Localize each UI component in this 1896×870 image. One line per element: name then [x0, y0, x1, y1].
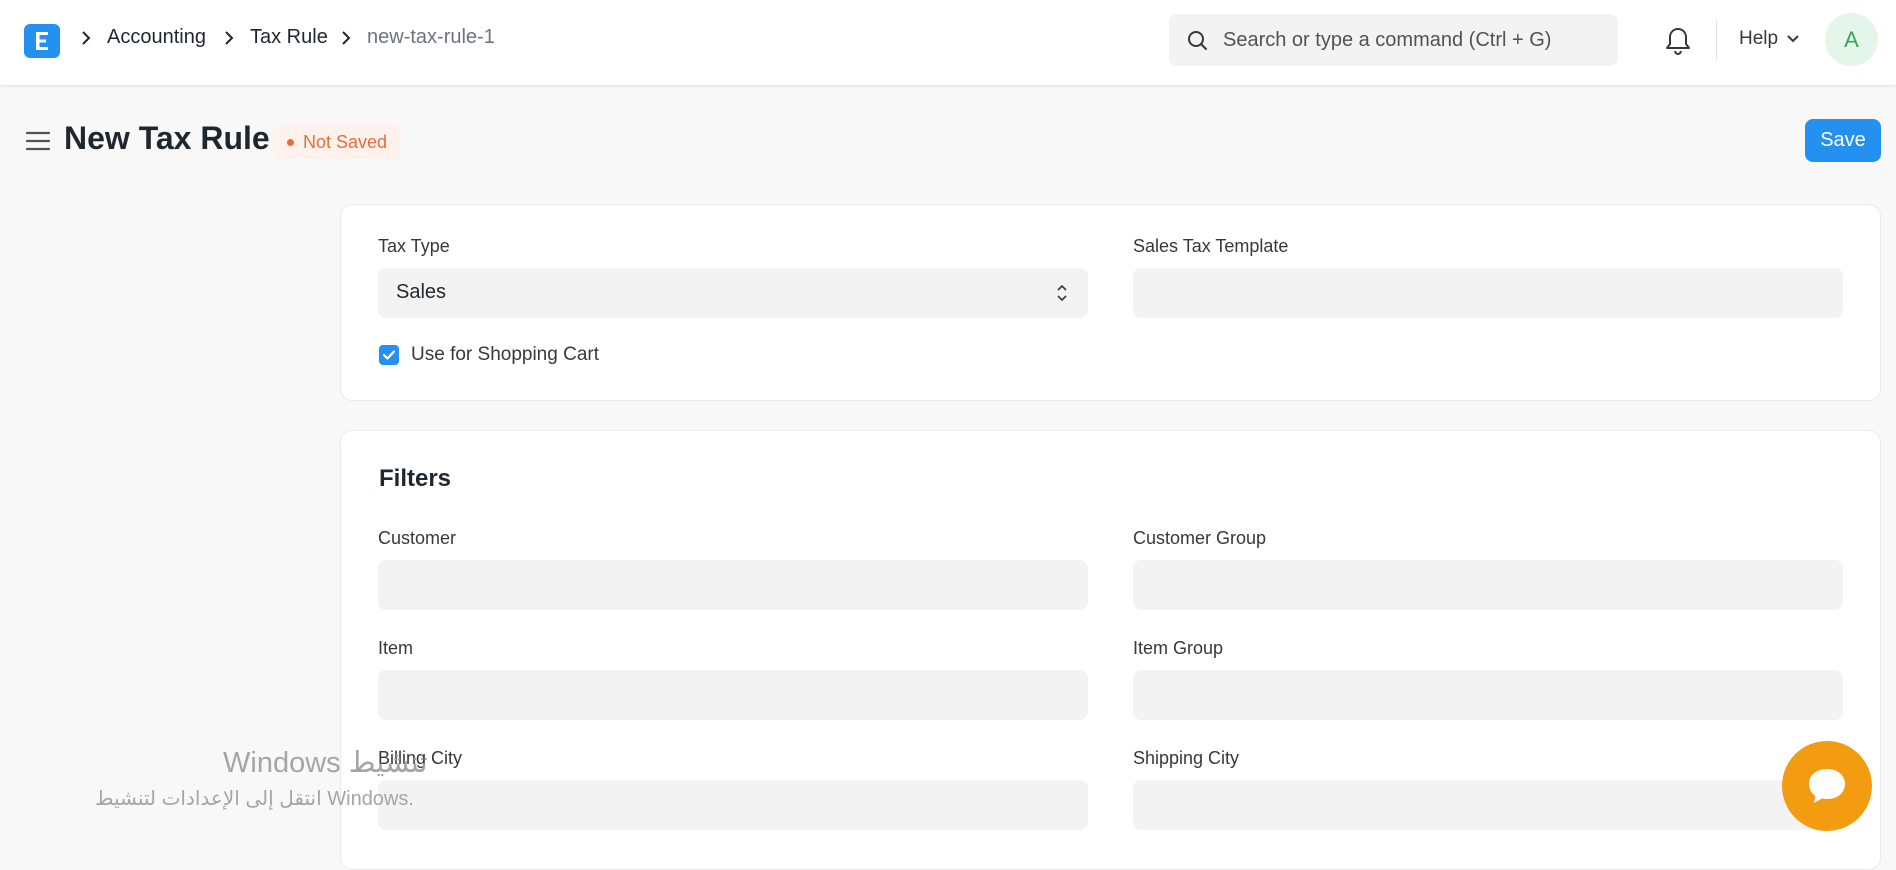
search-icon: [1188, 31, 1207, 50]
search-input[interactable]: [1223, 14, 1603, 66]
status-text: Not Saved: [303, 131, 388, 152]
windows-watermark-title: تنشيط Windows: [223, 747, 428, 779]
checkmark-icon: [382, 350, 396, 360]
awesome-bar[interactable]: [1169, 14, 1618, 66]
shipping-city-label: Shipping City: [1133, 748, 1240, 768]
help-label: Help: [1739, 28, 1779, 49]
save-button[interactable]: Save: [1805, 119, 1881, 162]
chevron-right-icon: [82, 31, 91, 45]
chat-widget-button[interactable]: [1782, 741, 1872, 831]
item-group-label: Item Group: [1133, 638, 1224, 658]
customer-label: Customer: [378, 528, 457, 548]
filters-title: Filters: [379, 465, 452, 492]
tax-rule-main-section: Tax Type Sales Sales Tax Template Use fo…: [340, 204, 1881, 401]
filters-section: Filters Customer Customer Group Item Ite…: [340, 430, 1881, 870]
avatar[interactable]: A: [1825, 13, 1878, 66]
app-logo[interactable]: [24, 24, 60, 58]
status-badge: Not Saved: [273, 125, 402, 159]
customer-group-label: Customer Group: [1133, 528, 1267, 548]
tax-type-value: Sales: [396, 281, 447, 303]
breadcrumb-accounting[interactable]: Accounting: [107, 26, 206, 49]
billing-city-input[interactable]: [378, 780, 1088, 830]
hamburger-icon[interactable]: [26, 130, 50, 152]
avatar-initial: A: [1844, 26, 1859, 52]
bell-icon[interactable]: [1664, 26, 1692, 56]
sales-tax-template-input[interactable]: [1133, 268, 1843, 318]
windows-watermark-subtitle: انتقل إلى الإعدادات لتنشيط Windows.: [95, 788, 414, 810]
tax-type-label: Tax Type: [378, 236, 450, 256]
customer-input[interactable]: [378, 560, 1088, 610]
customer-group-input[interactable]: [1133, 560, 1843, 610]
select-chevrons-icon: [1057, 284, 1067, 302]
item-label: Item: [378, 638, 414, 658]
use-for-shopping-cart-checkbox[interactable]: [379, 345, 399, 365]
use-for-shopping-cart-label[interactable]: Use for Shopping Cart: [411, 344, 599, 366]
status-dot: [287, 138, 294, 146]
chevron-right-icon: [225, 31, 234, 45]
navbar-divider: [1716, 20, 1717, 60]
navbar: Accounting Tax Rule new-tax-rule-1 Help …: [0, 0, 1896, 86]
sales-tax-template-label: Sales Tax Template: [1133, 236, 1289, 256]
help-dropdown[interactable]: Help: [1739, 28, 1800, 50]
breadcrumb-current[interactable]: new-tax-rule-1: [367, 26, 495, 49]
chat-bubble-icon: [1809, 769, 1845, 803]
tax-type-select[interactable]: Sales: [378, 268, 1088, 318]
item-input[interactable]: [378, 670, 1088, 720]
chevron-right-icon: [342, 31, 351, 45]
item-group-input[interactable]: [1133, 670, 1843, 720]
shipping-city-input[interactable]: [1133, 780, 1843, 830]
page-title: New Tax Rule: [64, 120, 270, 156]
logo-icon: [36, 32, 48, 50]
breadcrumb-tax-rule[interactable]: Tax Rule: [250, 26, 328, 49]
chevron-down-icon: [1787, 35, 1799, 43]
